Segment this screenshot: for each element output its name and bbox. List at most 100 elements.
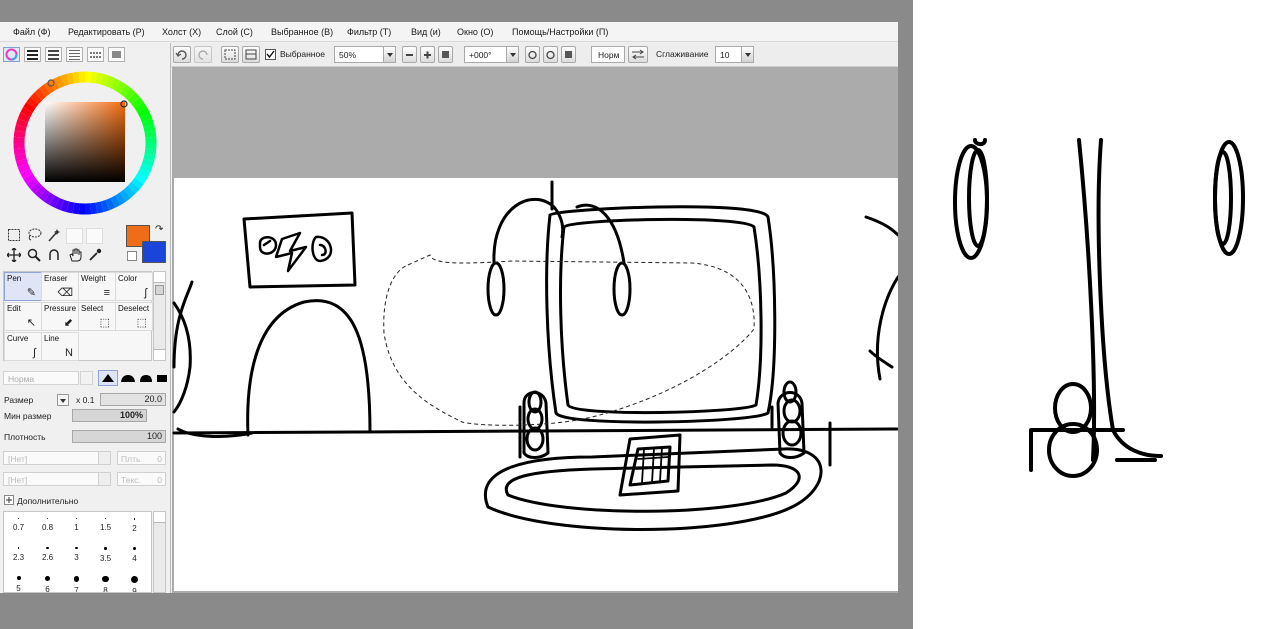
brush-size-preset[interactable]: 1.5 — [91, 512, 120, 541]
brush-pen[interactable]: Pen ✎ — [4, 272, 42, 301]
menu-window[interactable]: Окно (О) — [457, 27, 493, 37]
brush-shape-sharp[interactable] — [98, 370, 118, 386]
undo-button[interactable] — [173, 46, 191, 63]
reset-colors-icon[interactable] — [127, 251, 137, 261]
min-size-slider[interactable]: 100% — [72, 409, 147, 422]
texture-field-2[interactable]: [Нет] — [3, 472, 99, 486]
scratchpad-tab[interactable] — [108, 47, 125, 62]
brush-deselect[interactable]: Deselect ⬚ — [115, 302, 153, 331]
zoom-tool-icon[interactable] — [25, 248, 42, 264]
magic-wand-icon[interactable] — [45, 228, 62, 244]
move-icon[interactable] — [5, 247, 22, 264]
color-mixer-tab[interactable] — [66, 47, 83, 62]
brush-size-preset[interactable]: 9 — [120, 570, 149, 592]
view-blend-field[interactable]: Норм — [591, 46, 625, 63]
brush-weight[interactable]: Weight ≡ — [78, 272, 116, 301]
rect-select-icon[interactable] — [5, 228, 22, 244]
canvas-viewport[interactable] — [172, 67, 898, 593]
brush-size-preset[interactable]: 4 — [120, 541, 149, 570]
zoom-out-button[interactable] — [402, 46, 417, 63]
brush-size-preset[interactable]: 2.6 — [33, 541, 62, 570]
brush-size-preset[interactable]: 6 — [33, 570, 62, 592]
brush-size-preset[interactable]: 3 — [62, 541, 91, 570]
rotation-reset-button[interactable] — [561, 46, 576, 63]
brush-size-preset[interactable]: 1 — [62, 512, 91, 541]
zoom-dropdown[interactable] — [383, 46, 396, 63]
menu-layer[interactable]: Слой (С) — [216, 27, 253, 37]
color-wheel-tab[interactable] — [3, 47, 20, 62]
smoothing-field[interactable]: 10 — [715, 46, 742, 63]
menu-filter[interactable]: Фильтр (Т) — [347, 27, 391, 37]
smoothing-dropdown[interactable] — [741, 46, 754, 63]
brush-size-preset[interactable]: 0.7 — [4, 512, 33, 541]
hand-icon[interactable] — [66, 248, 83, 264]
deselect-all-button[interactable] — [221, 46, 239, 63]
zoom-field[interactable]: 50% — [334, 46, 384, 63]
brush-pressure[interactable]: Pressure ⬋ — [41, 302, 79, 331]
brush-edit[interactable]: Edit ↖ — [4, 302, 42, 331]
brush-size-preset[interactable]: 8 — [91, 570, 120, 592]
rotation-dropdown[interactable] — [506, 46, 519, 63]
menu-canvas[interactable]: Холст (Х) — [162, 27, 201, 37]
rotate-right-button[interactable] — [543, 46, 558, 63]
advanced-expand-icon[interactable] — [4, 495, 14, 505]
brush-shape-flat[interactable] — [138, 371, 155, 385]
brush-select[interactable]: Select ⬚ — [78, 302, 116, 331]
scroll-up-arrow-icon[interactable] — [154, 272, 165, 283]
reference-ring-left-top — [973, 138, 987, 147]
menu-view[interactable]: Вид (и) — [411, 27, 441, 37]
size-slider[interactable]: 20.0 — [100, 393, 166, 406]
brush-size-preset[interactable]: 2.3 — [4, 541, 33, 570]
brush-size-preset[interactable]: 0.8 — [33, 512, 62, 541]
redo-button[interactable] — [194, 46, 212, 63]
texture-dropdown-2[interactable] — [98, 472, 111, 486]
brush-size-preset[interactable]: 5 — [4, 570, 33, 592]
brush-shape-square[interactable] — [155, 371, 169, 385]
lasso-icon[interactable] — [25, 228, 42, 244]
scroll-up-arrow-icon[interactable] — [154, 512, 165, 523]
eyedropper-icon[interactable] — [86, 248, 103, 264]
flip-view-button[interactable] — [628, 46, 648, 63]
texture-dropdown-1[interactable] — [98, 451, 111, 465]
swatches-tab[interactable] — [87, 47, 104, 62]
rgb-sliders-tab[interactable] — [24, 47, 41, 62]
hsv-sliders-tab[interactable] — [45, 47, 62, 62]
menu-edit[interactable]: Редактировать (Р) — [68, 27, 145, 37]
texture2-field[interactable]: Текс. 0 — [117, 472, 166, 486]
brush-shape-round[interactable] — [119, 371, 137, 385]
brush-size-preset[interactable]: 7 — [62, 570, 91, 592]
size-multiplier-dropdown[interactable] — [57, 394, 69, 406]
brush-curve[interactable]: Curve ∫ — [4, 332, 42, 361]
brush-size-preset[interactable]: 3.5 — [91, 541, 120, 570]
menu-selection[interactable]: Выбранное (В) — [271, 27, 333, 37]
rotate-left-button[interactable] — [525, 46, 540, 63]
invert-selection-button[interactable] — [242, 46, 260, 63]
brush-line[interactable]: Line N — [41, 332, 79, 361]
color-wheel[interactable] — [8, 67, 162, 219]
secondary-color-swatch[interactable] — [142, 241, 166, 263]
brush-eraser[interactable]: Eraser ⌫ — [41, 272, 79, 301]
hue-segment — [17, 112, 31, 123]
zoom-reset-button[interactable] — [438, 46, 453, 63]
swap-colors-icon[interactable]: ↷ — [155, 224, 163, 235]
zoom-in-button[interactable] — [420, 46, 435, 63]
scroll-thumb[interactable] — [155, 285, 164, 295]
rotate-tool-icon[interactable] — [45, 248, 62, 264]
size-presets-scrollbar[interactable] — [153, 511, 166, 593]
brush-palette-scrollbar[interactable] — [153, 271, 166, 361]
hue-segment — [39, 84, 51, 97]
size-preset-label: 1.5 — [99, 523, 112, 533]
texture-strength-field[interactable]: Плть 0 — [117, 451, 166, 465]
rotation-field[interactable]: +000° — [464, 46, 507, 63]
brush-color[interactable]: Color ʃ — [115, 272, 153, 301]
size-dot-icon — [102, 576, 109, 583]
menu-help-settings[interactable]: Помощь/Настройки (П) — [512, 27, 608, 37]
selection-checkbox[interactable] — [265, 49, 276, 60]
texture-field-1[interactable]: [Нет] — [3, 451, 99, 465]
brush-blend-mode-field[interactable]: Норма — [3, 371, 79, 385]
brush-size-preset[interactable]: 2 — [120, 512, 149, 541]
density-slider[interactable]: 100 — [72, 430, 166, 443]
scroll-down-arrow-icon[interactable] — [154, 349, 165, 360]
menu-file[interactable]: Файл (Ф) — [13, 27, 50, 37]
brush-blend-dropdown[interactable] — [80, 371, 93, 385]
